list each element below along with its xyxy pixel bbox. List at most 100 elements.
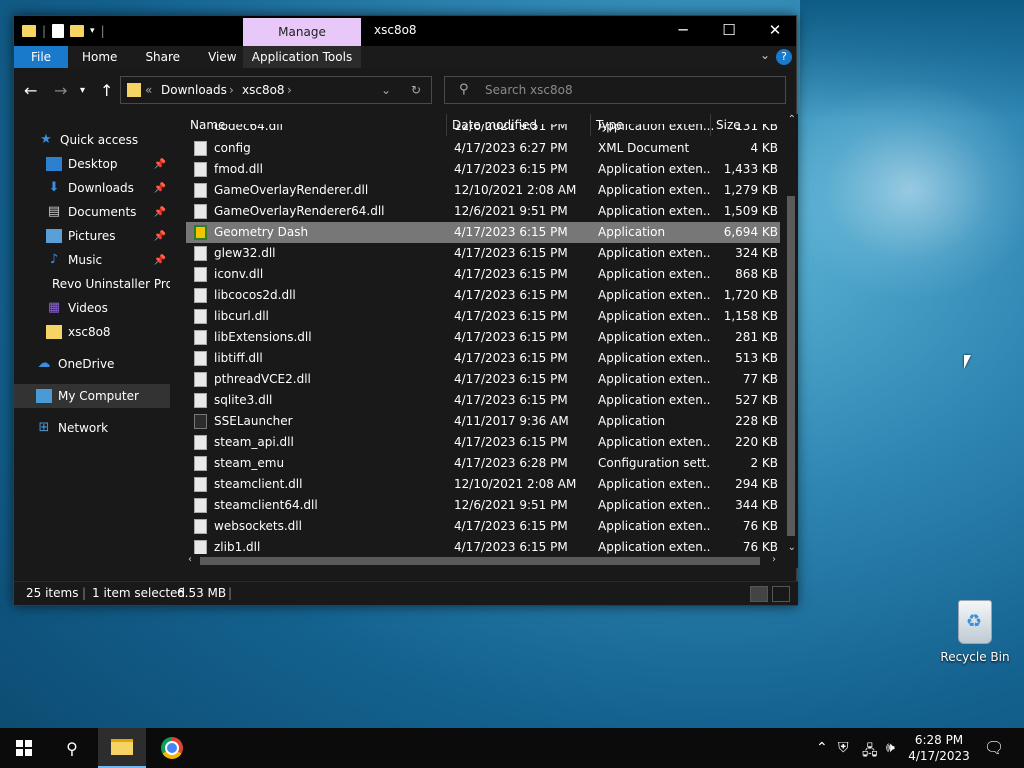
scroll-thumb[interactable] [787, 196, 795, 536]
expand-ribbon-icon[interactable]: ⌄ [760, 48, 770, 62]
volume-icon[interactable]: 🕪 [886, 740, 895, 756]
scroll-up-icon[interactable]: ⌃ [788, 114, 796, 125]
vertical-scrollbar[interactable]: ⌃ ⌄ [784, 114, 798, 554]
file-date: 4/17/2023 6:15 PM [454, 540, 568, 554]
breadcrumb-xsc8o8[interactable]: xsc8o8 [242, 83, 285, 97]
recent-locations-icon[interactable]: ▾ [80, 85, 85, 96]
pin-icon[interactable]: 📌 [154, 255, 166, 266]
pin-icon[interactable]: 📌 [154, 207, 166, 218]
horizontal-scrollbar[interactable]: ‹ › [184, 554, 784, 568]
sidebar-item-documents[interactable]: ▤ Documents 📌 [14, 200, 170, 224]
table-row[interactable]: SSELauncher 4/11/2017 9:36 AM Application 2… [186, 411, 780, 432]
minimize-button[interactable]: ─ [660, 16, 706, 46]
file-explorer-taskbar-button[interactable] [98, 728, 146, 768]
start-button[interactable] [0, 728, 48, 768]
scroll-thumb[interactable] [200, 557, 760, 565]
breadcrumb-downloads[interactable]: Downloads [161, 83, 227, 97]
folder-icon [46, 325, 62, 339]
sidebar-item-downloads[interactable]: ⬇ Downloads 📌 [14, 176, 170, 200]
cloud-icon: ☁ [37, 356, 51, 371]
back-icon[interactable]: ← [24, 81, 37, 100]
network-status-icon[interactable]: 🖧 [862, 740, 878, 764]
file-size: 1,720 KB [723, 288, 778, 302]
computer-icon [36, 389, 52, 403]
table-row[interactable]: pthreadVCE2.dll 4/17/2023 6:15 PM Applicat… [186, 369, 780, 390]
scroll-right-icon[interactable]: › [772, 554, 776, 565]
file-type: Configuration sett... [598, 456, 710, 470]
pin-icon[interactable]: 📌 [154, 183, 166, 194]
chevron-right-icon[interactable]: › [229, 83, 234, 97]
clock[interactable]: 6:28 PM 4/17/2023 [904, 732, 974, 764]
notifications-icon[interactable]: 🗨 [984, 738, 1004, 757]
customize-dropdown-icon[interactable]: ▾ [90, 26, 95, 36]
chevron-down-icon[interactable]: ⌄ [381, 83, 391, 97]
table-row[interactable]: steamclient.dll 12/10/2021 2:08 AM Applica… [186, 474, 780, 495]
tab-file[interactable]: File [14, 46, 68, 68]
selection-size: 6.53 MB [177, 586, 227, 600]
tab-home[interactable]: Home [68, 46, 131, 68]
sidebar-item-pictures[interactable]: Pictures 📌 [14, 224, 170, 248]
table-row[interactable]: steam_emu 4/17/2023 6:28 PM Configuration … [186, 453, 780, 474]
overflow-icon[interactable]: « [145, 83, 152, 97]
search-button[interactable]: ⚲ [48, 728, 96, 768]
sidebar-item-videos[interactable]: ▦ Videos [14, 296, 170, 320]
sidebar-item-network[interactable]: ⊞ Network [14, 416, 170, 440]
recycle-bin[interactable]: Recycle Bin [940, 600, 1010, 664]
new-folder-icon[interactable] [70, 25, 85, 37]
window-title: xsc8o8 [374, 23, 417, 37]
table-row[interactable]: Geometry Dash 4/17/2023 6:15 PM Applicatio… [186, 222, 780, 243]
sidebar-item-revo-uninstaller[interactable]: Revo Uninstaller Pro [14, 272, 170, 296]
tab-share[interactable]: Share [131, 46, 194, 68]
chrome-taskbar-button[interactable] [148, 728, 196, 768]
table-row[interactable]: config 4/17/2023 6:27 PM XML Document 4 KB [186, 138, 780, 159]
table-row[interactable]: websockets.dll 4/17/2023 6:15 PM Applicati… [186, 516, 780, 537]
explorer-window: | ▾ | Manage xsc8o8 ─ ☐ ✕ File Home Shar… [13, 15, 798, 606]
scroll-left-icon[interactable]: ‹ [188, 554, 192, 565]
table-row[interactable]: codec64.dll 12/6/2021 9:51 PM Applicatio… [186, 124, 780, 138]
file-name: config [214, 141, 251, 155]
chevron-right-icon[interactable]: › [287, 83, 292, 97]
show-hidden-icons-icon[interactable]: ⌃ [816, 740, 828, 756]
sidebar-item-onedrive[interactable]: ☁ OneDrive [14, 352, 170, 376]
dll-file-icon [194, 351, 207, 366]
sidebar-item-quick-access[interactable]: ★ Quick access [14, 128, 170, 152]
table-row[interactable]: iconv.dll 4/17/2023 6:15 PM Application ex… [186, 264, 780, 285]
table-row[interactable]: steamclient64.dll 12/6/2021 9:51 PM Applic… [186, 495, 780, 516]
table-row[interactable]: libcurl.dll 4/17/2023 6:15 PM Application … [186, 306, 780, 327]
address-bar[interactable]: « Downloads › xsc8o8 › ⌄ ↻ [120, 76, 432, 104]
pin-icon[interactable]: 📌 [154, 231, 166, 242]
file-type: Application exten... [598, 393, 710, 407]
table-row[interactable]: sqlite3.dll 4/17/2023 6:15 PM Application … [186, 390, 780, 411]
table-row[interactable]: steam_api.dll 4/17/2023 6:15 PM Applicatio… [186, 432, 780, 453]
maximize-button[interactable]: ☐ [706, 16, 752, 46]
sidebar-item-my-computer[interactable]: My Computer [14, 384, 170, 408]
table-row[interactable]: libcocos2d.dll 4/17/2023 6:15 PM Applicati… [186, 285, 780, 306]
table-row[interactable]: libtiff.dll 4/17/2023 6:15 PM Application … [186, 348, 780, 369]
table-row[interactable]: fmod.dll 4/17/2023 6:15 PM Application ext… [186, 159, 780, 180]
table-row[interactable]: GameOverlayRenderer64.dll 12/6/2021 9:51 … [186, 201, 780, 222]
large-icons-view-button[interactable] [772, 586, 790, 602]
table-row[interactable]: GameOverlayRenderer.dll 12/10/2021 2:08 A… [186, 180, 780, 201]
file-name: libcurl.dll [214, 309, 269, 323]
tab-application-tools[interactable]: Application Tools [243, 46, 361, 68]
table-row[interactable]: glew32.dll 4/17/2023 6:15 PM Application e… [186, 243, 780, 264]
table-row[interactable]: libExtensions.dll 4/17/2023 6:15 PM Applic… [186, 327, 780, 348]
sidebar-item-desktop[interactable]: Desktop 📌 [14, 152, 170, 176]
dll-file-icon [194, 183, 207, 198]
up-icon[interactable]: ↑ [100, 81, 113, 100]
title-bar: | ▾ | Manage xsc8o8 ─ ☐ ✕ [14, 16, 796, 46]
close-button[interactable]: ✕ [752, 16, 798, 46]
details-view-button[interactable] [750, 586, 768, 602]
sidebar-item-music[interactable]: ♪ Music 📌 [14, 248, 170, 272]
pin-icon[interactable]: 📌 [154, 159, 166, 170]
help-icon[interactable]: ? [776, 49, 792, 65]
refresh-icon[interactable]: ↻ [411, 83, 421, 97]
forward-icon[interactable]: → [54, 81, 67, 100]
manage-tab[interactable]: Manage [243, 18, 361, 46]
scroll-down-icon[interactable]: ⌄ [788, 542, 796, 553]
sidebar-item-xsc8o8[interactable]: xsc8o8 [14, 320, 170, 344]
file-size: 4 KB [750, 141, 778, 155]
search-input[interactable]: ⚲ Search xsc8o8 [444, 76, 786, 104]
properties-icon[interactable] [52, 24, 65, 38]
security-icon[interactable]: ⛨ [838, 740, 849, 756]
